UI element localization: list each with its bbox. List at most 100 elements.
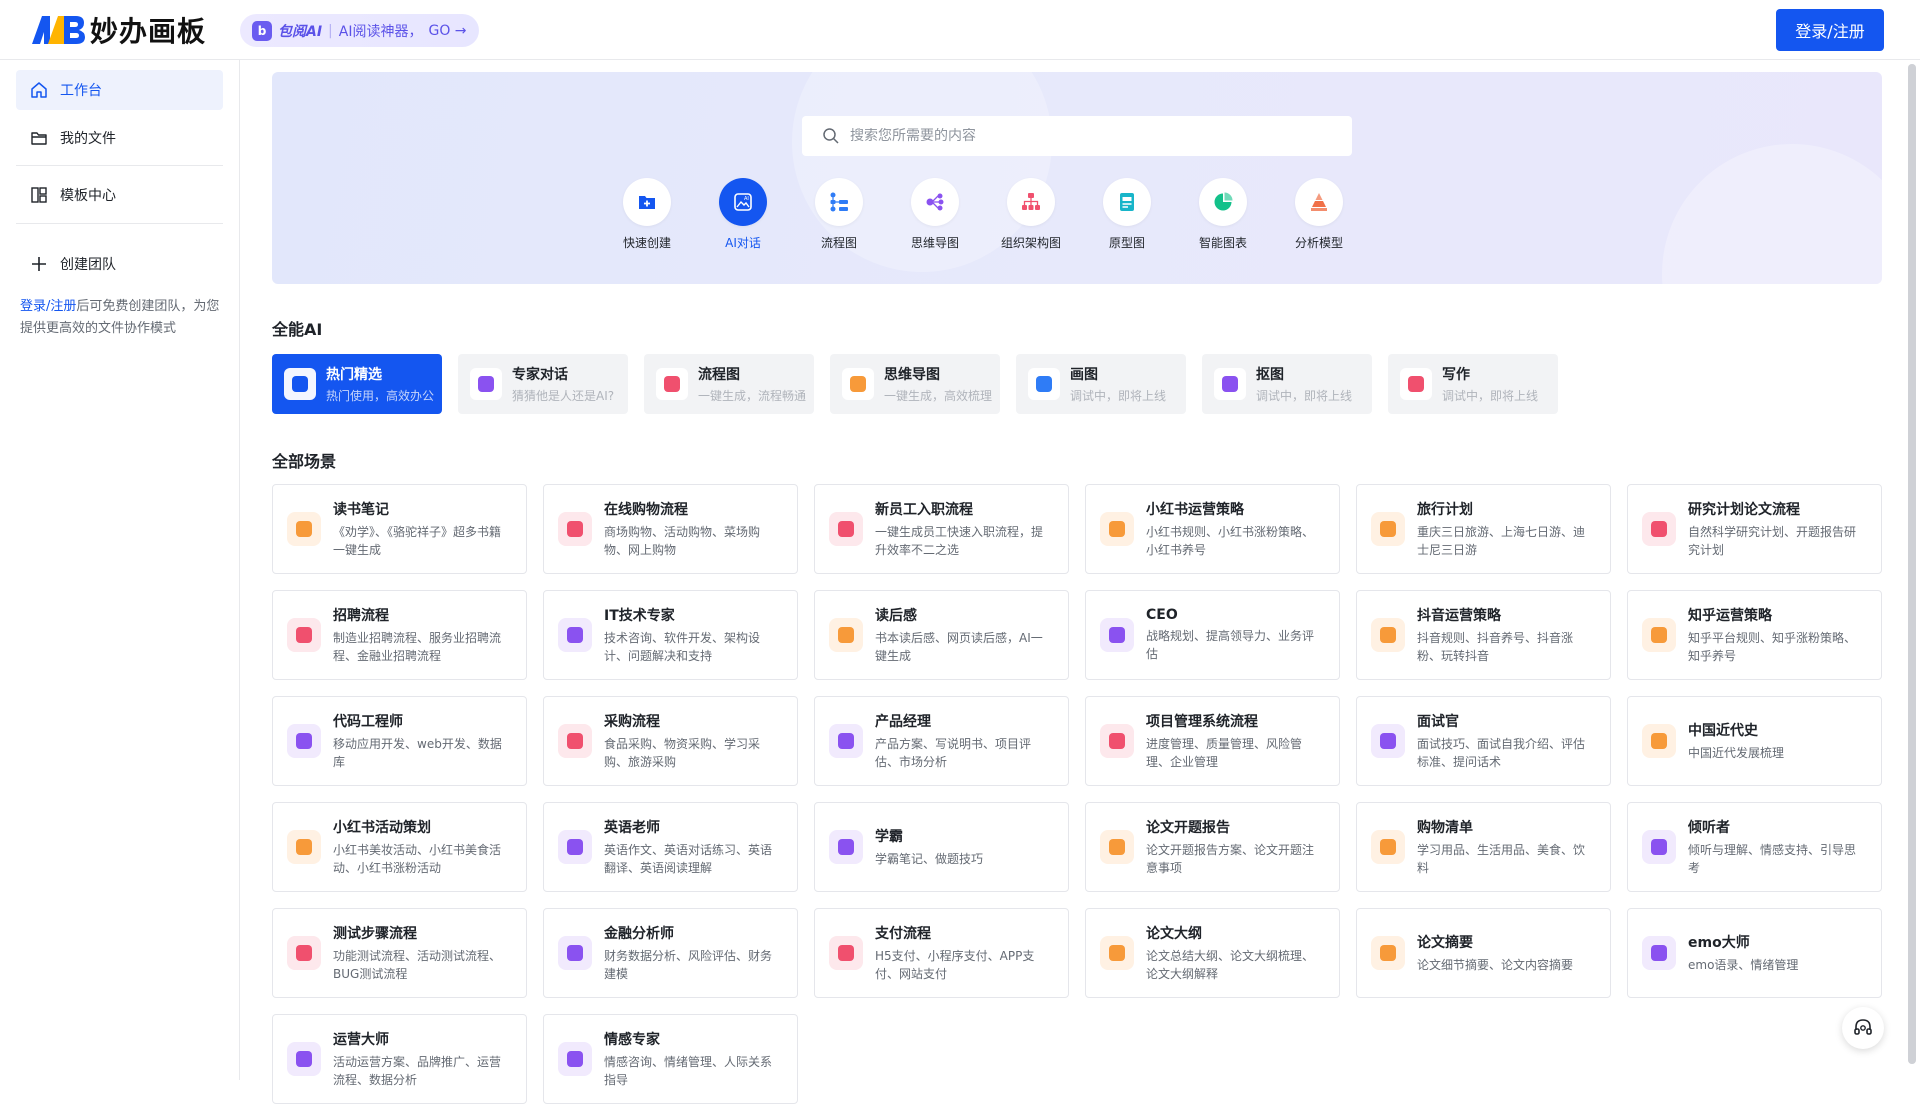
search-box[interactable] [802,116,1352,156]
plus-icon [32,257,46,271]
search-input[interactable] [850,128,1330,144]
scene-card[interactable]: 论文大纲 论文总结大纲、论文大纲梳理、论文大纲解释 [1085,908,1340,998]
scene-card[interactable]: 面试官 面试技巧、面试自我介绍、评估标准、提问话术 [1356,696,1611,786]
scene-card-desc: 中国近代发展梳理 [1688,746,1785,760]
chat-bubble-icon [1642,936,1676,970]
scene-card[interactable]: emo大师 emo语录、情绪管理 [1627,908,1882,998]
scene-card-title: 论文开题报告 [1146,820,1230,836]
ai-tab-4[interactable]: 画图 调试中，即将上线 [1016,354,1186,414]
sidebar-item-label: 工作台 [60,83,102,99]
scene-card-desc: 技术咨询、软件开发、架构设计、问题解决和支持 [604,631,761,663]
scene-card[interactable]: 情感专家 情感咨询、情绪管理、人际关系指导 [543,1014,798,1104]
scene-card-desc: 功能测试流程、活动测试流程、BUG测试流程 [333,949,502,981]
page-scrollbar[interactable] [1908,64,1916,1064]
scene-card[interactable]: 抖音运营策略 抖音规则、抖音养号、抖音涨粉、玩转抖音 [1356,590,1611,680]
folder-icon [31,132,47,145]
team-note: 登录/注册后可免费创建团队，为您提供更高效的文件协作模式 [20,296,230,340]
quick-item-5[interactable]: 原型图 [1092,178,1162,251]
scene-card[interactable]: 英语老师 英语作文、英语对话练习、英语翻译、英语阅读理解 [543,802,798,892]
scene-card-desc: 小红书规则、小红书涨粉策略、小红书养号 [1146,525,1315,557]
scene-card[interactable]: 招聘流程 制造业招聘流程、服务业招聘流程、金融业招聘流程 [272,590,527,680]
ai-tab-title: 专家对话 [512,367,568,383]
ai-tab-5[interactable]: 抠图 调试中，即将上线 [1202,354,1372,414]
scene-card[interactable]: 知乎运营策略 知乎平台规则、知乎涨粉策略、知乎养号 [1627,590,1882,680]
mindmap-icon [829,618,863,652]
scene-card[interactable]: 读书笔记 《劝学》、《骆驼祥子》超多书籍一键生成 [272,484,527,574]
chat-bubble-icon [287,724,321,758]
scene-card[interactable]: 论文开题报告 论文开题报告方案、论文开题注意事项 [1085,802,1340,892]
scene-card[interactable]: 新员工入职流程 一键生成员工快速入职流程，提升效率不二之选 [814,484,1069,574]
scene-card[interactable]: 倾听者 倾听与理解、情感支持、引导思考 [1627,802,1882,892]
flowchart-icon [1100,724,1134,758]
quick-item-label: 思维导图 [910,236,959,250]
svg-text:AI: AI [744,196,749,202]
scene-card-title: CEO [1146,607,1178,623]
ai-tab-subtitle: 调试中，即将上线 [1256,389,1353,403]
cutout-icon [1214,368,1246,400]
sidebar-item-create-team[interactable]: 创建团队 [16,244,223,284]
scene-card[interactable]: 中国近代史 中国近代发展梳理 [1627,696,1882,786]
scene-card[interactable]: 小红书活动策划 小红书美妆活动、小红书美食活动、小红书涨粉活动 [272,802,527,892]
scene-card-desc: 一键生成员工快速入职流程，提升效率不二之选 [875,525,1044,557]
pie-chart-icon [1199,178,1247,226]
chat-bubble-icon [1371,724,1405,758]
ai-tab-title: 写作 [1442,367,1470,383]
scene-card-desc: 商场购物、活动购物、菜场购物、网上购物 [604,525,761,557]
logo[interactable]: 妙办画板 [30,12,206,48]
scene-card[interactable]: 金融分析师 财务数据分析、风险评估、财务建模 [543,908,798,998]
sidebar-item-my-files[interactable]: 我的文件 [16,118,223,158]
scene-card[interactable]: 研究计划论文流程 自然科学研究计划、开题报告研究计划 [1627,484,1882,574]
quick-item-4[interactable]: 组织架构图 [996,178,1066,251]
quick-item-3[interactable]: 思维导图 [900,178,970,251]
mindmap-icon [1642,724,1676,758]
chat-bubble-icon [558,1042,592,1076]
scene-card[interactable]: IT技术专家 技术咨询、软件开发、架构设计、问题解决和支持 [543,590,798,680]
ai-tab-6[interactable]: 写作 调试中，即将上线 [1388,354,1558,414]
scene-card-desc: 产品方案、写说明书、项目评估、市场分析 [875,737,1032,769]
scrollbar-thumb[interactable] [1908,64,1916,1064]
scene-card[interactable]: 小红书运营策略 小红书规则、小红书涨粉策略、小红书养号 [1085,484,1340,574]
scene-card-title: 情感专家 [604,1032,660,1048]
scene-card[interactable]: 测试步骤流程 功能测试流程、活动测试流程、BUG测试流程 [272,908,527,998]
quick-item-2[interactable]: 流程图 [804,178,874,251]
ai-tab-3[interactable]: 思维导图 一键生成，高效梳理 [830,354,1000,414]
sidebar-item-label: 我的文件 [60,131,116,147]
mindmap-icon [1371,830,1405,864]
ai-tab-1[interactable]: 专家对话 猜猜他是人还是AI? [458,354,628,414]
sidebar-item-template-center[interactable]: 模板中心 [16,175,223,215]
customer-service-button[interactable] [1842,1007,1884,1049]
quick-item-0[interactable]: 快速创建 [612,178,682,251]
scene-card[interactable]: 代码工程师 移动应用开发、web开发、数据库 [272,696,527,786]
scene-card[interactable]: 读后感 书本读后感、网页读后感，AI一键生成 [814,590,1069,680]
scene-card-title: 采购流程 [604,714,660,730]
scene-card[interactable]: CEO 战略规划、提高领导力、业务评估 [1085,590,1340,680]
scene-card[interactable]: 旅行计划 重庆三日旅游、上海七日游、迪士尼三日游 [1356,484,1611,574]
note-login-link[interactable]: 登录/注册 [20,299,76,314]
scene-card[interactable]: 在线购物流程 商场购物、活动购物、菜场购物、网上购物 [543,484,798,574]
scene-card-desc: 财务数据分析、风险评估、财务建模 [604,949,773,981]
ai-tab-2[interactable]: 流程图 一键生成，流程畅通 [644,354,814,414]
scene-card[interactable]: 学霸 学霸笔记、做题技巧 [814,802,1069,892]
scene-card[interactable]: 支付流程 H5支付、小程序支付、APP支付、网站支付 [814,908,1069,998]
flowchart-icon [829,512,863,546]
all-scenes-title: 全部场景 [272,452,337,471]
scene-card-title: 知乎运营策略 [1688,608,1772,624]
scene-card[interactable]: 项目管理系统流程 进度管理、质量管理、风险管理、企业管理 [1085,696,1340,786]
ai-tab-0[interactable]: 热门精选 热门使用，高效办公 [272,354,442,414]
flowchart-icon [287,618,321,652]
quick-item-label: 快速创建 [622,236,671,250]
quick-item-1[interactable]: AI AI对话 [708,178,778,251]
scene-card[interactable]: 论文摘要 论文细节摘要、论文内容摘要 [1356,908,1611,998]
quick-item-6[interactable]: 智能图表 [1188,178,1258,251]
promo-banner[interactable]: b 包阅AI | AI阅读神器， GO → [240,14,479,47]
scene-card[interactable]: 采购流程 食品采购、物资采购、学习采购、旅游采购 [543,696,798,786]
sidebar-item-workbench[interactable]: 工作台 [16,70,223,110]
login-register-button[interactable]: 登录/注册 [1776,9,1884,51]
quick-item-7[interactable]: 分析模型 [1284,178,1354,251]
scene-card[interactable]: 运营大师 活动运营方案、品牌推广、运营流程、数据分析 [272,1014,527,1104]
scene-card[interactable]: 购物清单 学习用品、生活用品、美食、饮料 [1356,802,1611,892]
scene-card-title: IT技术专家 [604,608,675,624]
search-icon [823,128,839,144]
scene-card[interactable]: 产品经理 产品方案、写说明书、项目评估、市场分析 [814,696,1069,786]
chat-bubble-icon [558,936,592,970]
